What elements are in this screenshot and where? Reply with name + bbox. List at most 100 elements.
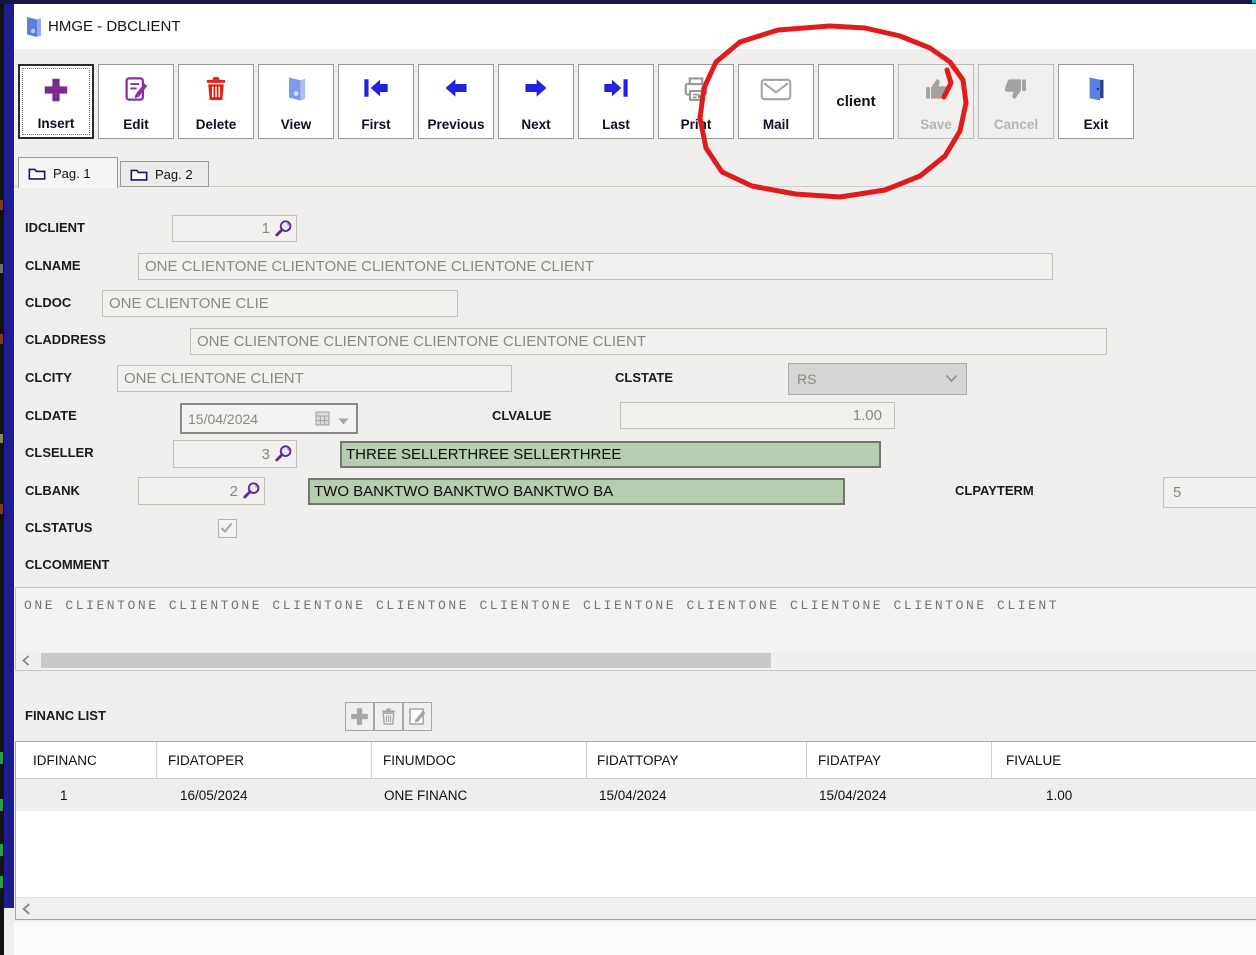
column-separator xyxy=(806,742,807,778)
col-header-fivalue[interactable]: FIVALUE xyxy=(991,742,1256,778)
sliver-glyph xyxy=(0,799,3,811)
edit-button[interactable]: Edit xyxy=(98,64,174,139)
col-header-fidattopay[interactable]: FIDATTOPAY xyxy=(586,742,806,778)
column-separator xyxy=(991,742,992,778)
tab-label: Pag. 2 xyxy=(155,167,193,182)
folder-icon xyxy=(130,167,148,182)
scroll-left-button[interactable] xyxy=(17,652,34,669)
mail-button[interactable]: Mail xyxy=(738,64,814,139)
tab-label: Pag. 1 xyxy=(53,166,91,181)
col-header-finumdoc[interactable]: FINUMDOC xyxy=(371,742,586,778)
thumbs-down-icon xyxy=(979,74,1053,104)
window-left-border xyxy=(4,4,14,908)
delete-button[interactable]: Delete xyxy=(178,64,254,139)
cldate-label: CLDATE xyxy=(25,409,77,422)
thumbs-up-icon xyxy=(899,74,973,104)
cell-fivalue: 1.00 xyxy=(991,779,1256,811)
clstate-dropdown[interactable]: RS xyxy=(788,363,967,395)
cell-fidatpay: 15/04/2024 xyxy=(806,779,991,811)
financ-delete-button[interactable] xyxy=(374,702,403,731)
cell-finumdoc: ONE FINANC xyxy=(371,779,586,811)
clseller-id-field[interactable]: 3 xyxy=(173,440,297,468)
column-separator xyxy=(371,742,372,778)
clcity-field[interactable]: ONE CLIENTONE CLIENT xyxy=(117,365,512,392)
next-button[interactable]: Next xyxy=(498,64,574,139)
financ-edit-button[interactable] xyxy=(403,702,432,731)
clbank-label: CLBANK xyxy=(25,484,80,497)
memo-hscrollbar[interactable] xyxy=(17,652,1256,669)
claddress-label: CLADDRESS xyxy=(25,333,106,346)
edit-page-icon xyxy=(407,706,428,727)
cldate-picker[interactable]: 15/04/2024 xyxy=(180,403,358,434)
scroll-left-button[interactable] xyxy=(16,898,37,919)
sliver-glyph xyxy=(0,504,3,514)
sliver-glyph xyxy=(0,334,3,344)
last-button[interactable]: Last xyxy=(578,64,654,139)
financ-add-button[interactable] xyxy=(345,702,374,731)
grid-row[interactable]: 1 16/05/2024 ONE FINANC 15/04/2024 15/04… xyxy=(16,779,1256,811)
print-button[interactable]: Print xyxy=(658,64,734,139)
lookup-magnifier-icon[interactable] xyxy=(273,218,294,239)
clcity-label: CLCITY xyxy=(25,371,72,384)
tab-pag1[interactable]: Pag. 1 xyxy=(18,157,118,188)
clstate-label: CLSTATE xyxy=(615,371,673,384)
checkmark-icon xyxy=(219,520,234,535)
lookup-magnifier-icon[interactable] xyxy=(273,443,294,464)
clname-field[interactable]: ONE CLIENTONE CLIENTONE CLIENTONE CLIENT… xyxy=(138,253,1053,280)
exit-button[interactable]: Exit xyxy=(1058,64,1134,139)
col-header-fidatpay[interactable]: FIDATPAY xyxy=(806,742,991,778)
clbank-id-field[interactable]: 2 xyxy=(138,477,265,505)
claddress-field[interactable]: ONE CLIENTONE CLIENTONE CLIENTONE CLIENT… xyxy=(190,328,1107,355)
first-arrow-icon xyxy=(339,74,413,102)
financ-list-label: FINANC LIST xyxy=(25,709,106,722)
add-plus-icon xyxy=(349,706,370,727)
clvalue-label: CLVALUE xyxy=(492,409,551,422)
col-header-fidatoper[interactable]: FIDATOPER xyxy=(156,742,371,778)
screen-corner-artifact xyxy=(1252,0,1256,3)
sliver-glyph xyxy=(0,844,3,856)
insert-button[interactable]: Insert xyxy=(18,64,94,139)
cell-fidatoper: 16/05/2024 xyxy=(156,779,371,811)
financ-grid[interactable]: IDFINANC FIDATOPER FINUMDOC FIDATTOPAY F… xyxy=(15,741,1256,920)
tab-pag2[interactable]: Pag. 2 xyxy=(120,161,209,187)
grid-hscrollbar[interactable] xyxy=(16,897,1256,919)
first-button[interactable]: First xyxy=(338,64,414,139)
sliver-glyph xyxy=(0,264,3,273)
date-dropdown-arrow-icon[interactable] xyxy=(338,418,349,425)
memo-text: ONE CLIENTONE CLIENTONE CLIENTONE CLIENT… xyxy=(24,598,1059,613)
view-button[interactable]: View xyxy=(258,64,334,139)
previous-arrow-icon xyxy=(419,74,493,102)
scrollbar-thumb[interactable] xyxy=(41,653,771,668)
lookup-magnifier-icon[interactable] xyxy=(241,480,262,501)
previous-button[interactable]: Previous xyxy=(418,64,494,139)
client-button[interactable]: client xyxy=(818,64,894,139)
cancel-button: Cancel xyxy=(978,64,1054,139)
clstatus-checkbox[interactable] xyxy=(218,519,237,538)
app-window: HMGE - DBCLIENT Insert Edit xyxy=(0,0,1256,955)
cell-idfinanc: 1 xyxy=(16,779,156,811)
folder-icon xyxy=(28,166,46,181)
trash-icon xyxy=(179,74,253,104)
clpayterm-field[interactable]: 5 xyxy=(1163,477,1256,508)
calendar-icon xyxy=(315,411,330,426)
window-title: HMGE - DBCLIENT xyxy=(48,18,181,35)
titlebar[interactable]: HMGE - DBCLIENT xyxy=(14,4,1256,49)
clname-label: CLNAME xyxy=(25,259,81,272)
envelope-icon xyxy=(739,78,813,101)
clvalue-field[interactable]: 1.00 xyxy=(620,402,895,429)
idclient-field[interactable]: 1 xyxy=(172,215,297,242)
insert-plus-icon xyxy=(20,75,92,105)
col-header-idfinanc[interactable]: IDFINANC xyxy=(16,742,156,778)
clcomment-memo[interactable]: ONE CLIENTONE CLIENTONE CLIENTONE CLIENT… xyxy=(15,587,1256,671)
clstatus-label: CLSTATUS xyxy=(25,521,92,534)
cldoc-label: CLDOC xyxy=(25,296,71,309)
chevron-down-icon xyxy=(945,374,958,383)
grid-header: IDFINANC FIDATOPER FINUMDOC FIDATTOPAY F… xyxy=(16,742,1256,779)
cell-fidattopay: 15/04/2024 xyxy=(586,779,806,811)
sliver-glyph xyxy=(0,876,3,888)
window-bottom-area xyxy=(14,922,1256,955)
clseller-name-field: THREE SELLERTHREE SELLERTHREE xyxy=(340,441,881,468)
sliver-glyph xyxy=(0,200,3,210)
save-button: Save xyxy=(898,64,974,139)
cldoc-field[interactable]: ONE CLIENTONE CLIE xyxy=(102,290,458,317)
